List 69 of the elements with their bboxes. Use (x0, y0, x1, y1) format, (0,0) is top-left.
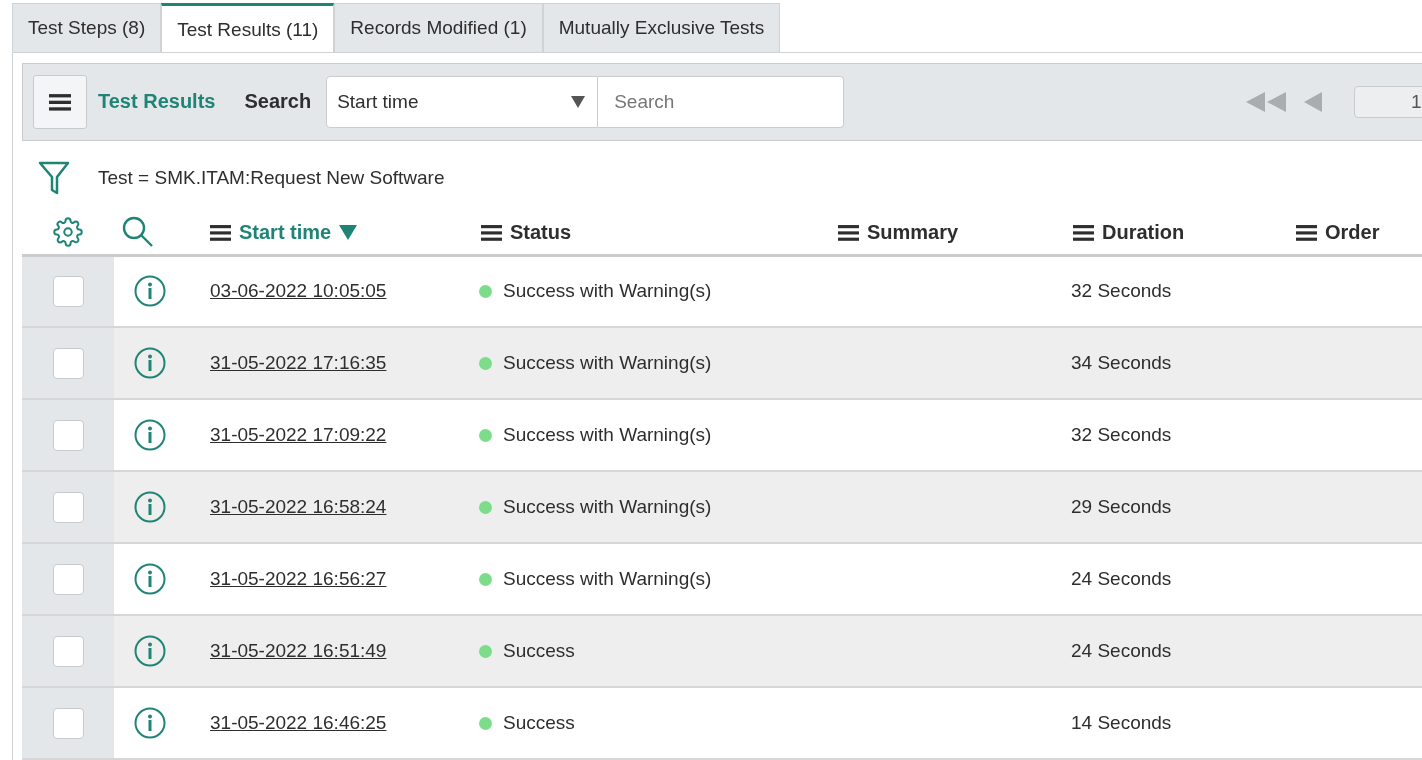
status-text: Success with Warning(s) (503, 424, 712, 447)
column-header[interactable]: Status (481, 220, 572, 244)
info-icon[interactable] (134, 419, 166, 452)
duration-text: 32 Seconds (1071, 424, 1172, 447)
status-text: Success with Warning(s) (503, 568, 712, 591)
duration-text: 32 Seconds (1071, 280, 1172, 303)
status-text: Success (503, 640, 575, 663)
status-dot (479, 285, 492, 298)
status-text: Success (503, 712, 575, 734)
column-menu-icon (1296, 223, 1317, 241)
duration-text: 24 Seconds (1071, 640, 1172, 663)
status-text: Success with Warning(s) (503, 496, 712, 519)
info-icon[interactable] (134, 707, 166, 739)
status-dot (479, 428, 492, 442)
column-header[interactable]: Duration (1073, 220, 1185, 244)
status-text: Success with Warning(s) (503, 280, 712, 303)
column-menu-icon (210, 223, 231, 241)
column-menu-icon (481, 223, 502, 241)
search-icon[interactable] (122, 216, 154, 249)
tab[interactable]: Records Modified (1) (334, 3, 543, 53)
status-dot (479, 572, 492, 586)
info-icon[interactable] (134, 563, 166, 596)
duration-text: 14 Seconds (1071, 712, 1172, 734)
start-time-link[interactable]: 31-05-2022 16:58:24 (210, 496, 387, 519)
info-icon[interactable] (134, 347, 166, 380)
tab[interactable]: Mutually Exclusive Tests (542, 3, 781, 53)
menu-button[interactable] (33, 74, 87, 129)
column-header[interactable]: Start time (210, 220, 358, 244)
search-field[interactable]: Search (598, 75, 845, 128)
start-time-link[interactable]: 31-05-2022 16:56:27 (210, 568, 387, 591)
start-time-link[interactable]: 31-05-2022 17:09:22 (210, 424, 387, 447)
column-menu-icon (1073, 223, 1094, 241)
column-header[interactable]: Order (1296, 220, 1380, 244)
start-time-link[interactable]: 31-05-2022 16:46:25 (210, 712, 387, 734)
tab[interactable]: Test Steps (8) (12, 3, 162, 53)
settings-icon[interactable] (53, 217, 83, 248)
info-icon[interactable] (134, 635, 166, 668)
status-text: Success with Warning(s) (503, 352, 712, 375)
row-checkbox[interactable] (52, 707, 84, 739)
duration-text: 29 Seconds (1071, 496, 1172, 519)
tab[interactable]: Test Results (11) (161, 3, 335, 53)
menu-icon (49, 93, 71, 111)
status-dot (479, 644, 492, 658)
start-time-link[interactable]: 31-05-2022 17:16:35 (210, 352, 387, 375)
start-time-link[interactable]: 03-06-2022 10:05:05 (210, 280, 387, 303)
duration-text: 24 Seconds (1071, 568, 1172, 591)
column-menu-icon (838, 223, 859, 241)
filter-condition: Test = SMK.ITAM:Request New Software (98, 166, 445, 189)
row-checkbox[interactable] (52, 419, 84, 451)
list-title: Test Results (98, 90, 216, 114)
status-dot (479, 500, 492, 514)
sort-descending-icon (339, 224, 358, 240)
row-checkbox[interactable] (52, 635, 84, 667)
search-label: Search (244, 90, 312, 114)
status-dot (479, 716, 492, 730)
duration-text: 34 Seconds (1071, 352, 1172, 375)
row-checkbox[interactable] (52, 491, 84, 523)
status-dot (479, 356, 492, 370)
start-time-link[interactable]: 31-05-2022 16:51:49 (210, 640, 387, 663)
page-field[interactable]: 1 (1354, 85, 1422, 118)
column-header[interactable]: Summary (838, 220, 959, 244)
row-checkbox[interactable] (52, 347, 84, 379)
search-field-select[interactable]: Start time (326, 75, 599, 128)
caret-icon (571, 95, 586, 108)
row-checkbox[interactable] (52, 563, 84, 595)
filter-icon[interactable] (38, 160, 70, 195)
info-icon[interactable] (134, 275, 166, 308)
info-icon[interactable] (134, 491, 166, 524)
row-checkbox[interactable] (52, 276, 84, 307)
